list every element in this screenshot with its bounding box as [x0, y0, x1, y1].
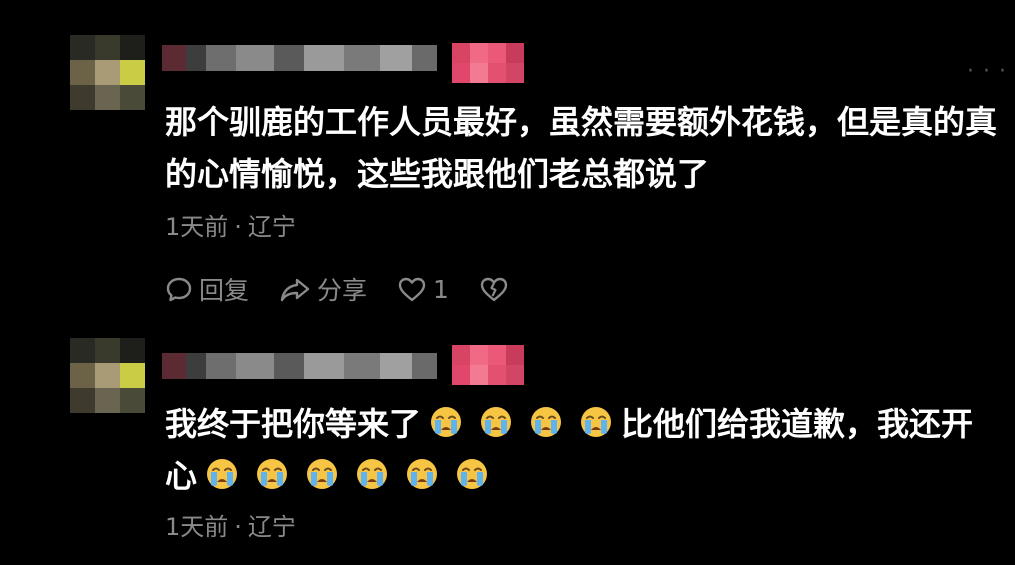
- avatar[interactable]: [70, 35, 145, 110]
- comment-text: 那个驯鹿的工作人员最好，虽然需要额外花钱，但是真的真的心情愉悦，这些我跟他们老总…: [165, 103, 998, 193]
- share-button[interactable]: 分享: [279, 271, 367, 307]
- like-count: 1: [433, 274, 449, 304]
- crying-emoji: [529, 402, 563, 437]
- crying-emoji: [455, 454, 489, 489]
- comment-time: 1天前: [165, 213, 229, 241]
- broken-heart-icon: [479, 275, 509, 303]
- share-arrow-icon: [279, 275, 311, 303]
- share-label: 分享: [317, 276, 368, 305]
- avatar[interactable]: [70, 338, 145, 413]
- comment-bubble-icon: [165, 275, 193, 303]
- heart-icon: [397, 275, 427, 303]
- comment-actions: 回复 分享 1: [165, 272, 539, 306]
- comment-location: 辽宁: [247, 513, 296, 541]
- dislike-button[interactable]: [479, 275, 509, 303]
- crying-emoji: [479, 402, 513, 437]
- comment-location: 辽宁: [247, 213, 296, 241]
- username[interactable]: [162, 45, 437, 71]
- crying-emoji: [255, 454, 289, 489]
- crying-emoji: [405, 454, 439, 489]
- comment-text: 我终于把你等来了 比他们给我道歉，我还开心: [165, 398, 1005, 502]
- crying-emoji: [305, 454, 339, 489]
- user-badge: [452, 43, 524, 83]
- separator: ·: [234, 213, 242, 241]
- comment-meta: 1天前 · 辽宁: [165, 212, 296, 242]
- comment-time: 1天前: [165, 513, 229, 541]
- reply-button[interactable]: 回复: [165, 271, 249, 307]
- like-button[interactable]: 1: [397, 275, 449, 304]
- separator: ·: [234, 513, 242, 541]
- crying-emoji: [429, 402, 463, 437]
- user-badge: [452, 345, 524, 385]
- crying-emoji: [355, 454, 389, 489]
- username[interactable]: [162, 353, 437, 379]
- crying-emoji: [205, 454, 239, 489]
- more-icon[interactable]: · · ·: [967, 61, 1007, 83]
- crying-emoji: [579, 402, 613, 437]
- reply-label: 回复: [199, 276, 250, 305]
- comment-text-part: 我终于把你等来了: [165, 405, 422, 443]
- comment-meta: 1天前 · 辽宁: [165, 512, 296, 542]
